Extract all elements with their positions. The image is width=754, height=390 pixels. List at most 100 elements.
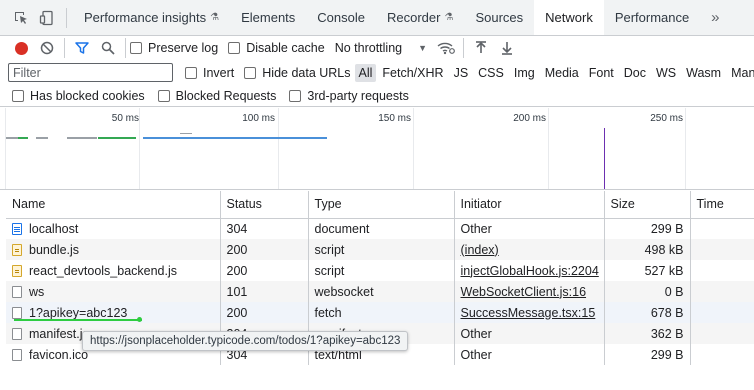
tab-recorder[interactable]: Recorder ⚗ (376, 0, 464, 35)
name-cell[interactable]: react_devtools_backend.js (6, 260, 221, 281)
file-icon (12, 285, 22, 298)
requests-table: Name Status Type Initiator Size Time localhos… (6, 191, 754, 390)
request-name: react_devtools_backend.js (29, 263, 178, 278)
type-cell: document (308, 218, 455, 239)
type-filter-css[interactable]: CSS (474, 64, 508, 82)
type-filter-media[interactable]: Media (541, 64, 583, 82)
table-row[interactable]: localhost 304 document Other 299 B (6, 218, 754, 239)
request-name: favicon.ico (29, 347, 89, 362)
initiator-text: Other (460, 347, 492, 362)
initiator-text: Other (460, 221, 492, 236)
checkbox-box[interactable] (130, 42, 142, 54)
status-cell: 304 (220, 218, 309, 239)
type-filter-fetch-xhr[interactable]: Fetch/XHR (378, 64, 447, 82)
checkbox-box[interactable] (157, 89, 170, 102)
initiator-cell[interactable]: injectGlobalHook.js:2204 (454, 260, 605, 281)
type-filter-ws[interactable]: WS (652, 64, 680, 82)
search-icon[interactable] (95, 36, 121, 60)
script-icon (12, 243, 22, 256)
checkbox-box[interactable] (12, 89, 24, 102)
column-header-initiator[interactable]: Initiator (454, 191, 605, 219)
overview-load-marker (604, 128, 605, 189)
disable-cache-checkbox[interactable]: Disable cache (228, 41, 325, 55)
blocked-requests-checkbox[interactable]: Blocked Requests (157, 89, 276, 103)
overview-tick-label: 250 ms (650, 113, 683, 124)
checkbox-box[interactable] (289, 89, 302, 102)
filter-icon[interactable] (69, 36, 95, 60)
hide-data-urls-checkbox[interactable]: Hide data URLs (244, 65, 351, 80)
initiator-link[interactable]: injectGlobalHook.js:2204 (461, 264, 599, 278)
filter-bar: Invert Hide data URLs AllFetch/XHRJSCSSI… (0, 61, 754, 84)
inspect-element-icon[interactable] (8, 0, 34, 35)
column-header-time[interactable]: Time (690, 191, 754, 219)
tab-performance-insights[interactable]: Performance insights ⚗ (73, 0, 230, 35)
type-filter-doc[interactable]: Doc (620, 64, 650, 82)
tab-network[interactable]: Network (534, 0, 604, 35)
export-har-icon[interactable] (494, 36, 520, 60)
overview-gridline (5, 108, 6, 189)
network-conditions-icon[interactable] (433, 36, 459, 60)
filter-input[interactable] (8, 63, 173, 82)
size-cell: 362 B (604, 323, 691, 344)
has-blocked-cookies-checkbox[interactable]: Has blocked cookies (12, 89, 145, 103)
name-cell[interactable]: ws (6, 281, 221, 302)
tab-label: Performance insights (84, 10, 207, 25)
tab-performance[interactable]: Performance (604, 0, 700, 35)
column-header-status[interactable]: Status (220, 191, 309, 219)
checkbox-box[interactable] (228, 42, 241, 54)
initiator-cell[interactable]: WebSocketClient.js:16 (454, 281, 605, 302)
table-row[interactable]: react_devtools_backend.js 200 script inject… (6, 260, 754, 281)
size-cell: 678 B (604, 302, 691, 323)
experiment-flask-icon: ⚗ (210, 12, 220, 23)
type-filter-manifest[interactable]: Manifest (727, 64, 754, 82)
name-cell[interactable]: localhost (6, 218, 221, 239)
initiator-link[interactable]: (index) (461, 243, 499, 257)
invert-label: Invert (203, 65, 235, 80)
throttling-select[interactable]: No throttling ▼ (335, 41, 427, 55)
checkbox-box[interactable] (244, 66, 257, 79)
type-filter-js[interactable]: JS (450, 64, 473, 82)
type-filter-img[interactable]: Img (510, 64, 539, 82)
initiator-cell: Other (454, 218, 605, 239)
tab-elements[interactable]: Elements (230, 0, 306, 35)
import-har-icon[interactable] (468, 36, 494, 60)
table-row[interactable]: bundle.js 200 script (index) 498 kB (6, 239, 754, 260)
invert-checkbox[interactable]: Invert (185, 66, 234, 80)
initiator-cell[interactable]: SuccessMessage.tsx:15 (454, 302, 605, 323)
overview-request-bar (98, 137, 136, 139)
clear-icon[interactable] (34, 36, 60, 60)
device-toolbar-icon[interactable] (34, 0, 60, 35)
name-cell[interactable]: bundle.js (6, 239, 221, 260)
type-filter-wasm[interactable]: Wasm (682, 64, 725, 82)
has-blocked-cookies-label: Has blocked cookies (30, 88, 145, 103)
column-header-type[interactable]: Type (308, 191, 455, 219)
type-filter-font[interactable]: Font (585, 64, 618, 82)
checkbox-box[interactable] (185, 66, 197, 79)
overview-tick-label: 50 ms (111, 113, 139, 124)
column-header-name[interactable]: Name (6, 191, 221, 219)
type-filter-all[interactable]: All (354, 63, 377, 82)
overview-tick-label: 100 ms (242, 113, 275, 124)
hide-data-urls-label: Hide data URLs (262, 65, 351, 80)
time-cell (690, 323, 754, 344)
request-name: 1?apikey=abc123 (29, 305, 128, 320)
tab-console[interactable]: Console (306, 0, 376, 35)
request-name: bundle.js (29, 242, 80, 257)
overview-request-bar (18, 137, 28, 139)
column-header-size[interactable]: Size (604, 191, 691, 219)
initiator-link[interactable]: WebSocketClient.js:16 (461, 285, 587, 299)
status-cell: 200 (220, 260, 309, 281)
url-tooltip: https://jsonplaceholder.typicode.com/tod… (82, 331, 409, 351)
table-row[interactable]: ws 101 websocket WebSocketClient.js:16 0 B (6, 281, 754, 302)
record-icon[interactable] (8, 36, 34, 60)
third-party-requests-checkbox[interactable]: 3rd-party requests (289, 89, 409, 103)
initiator-cell[interactable]: (index) (454, 239, 605, 260)
preserve-log-label: Preserve log (148, 41, 219, 55)
tab-sources[interactable]: Sources (464, 0, 534, 35)
network-overview[interactable]: 50 ms 100 ms 150 ms 200 ms 250 ms (0, 108, 754, 190)
request-name: ws (29, 284, 45, 299)
more-tabs-icon[interactable]: » (702, 0, 728, 35)
throttling-value: No throttling (334, 41, 403, 55)
initiator-link[interactable]: SuccessMessage.tsx:15 (461, 306, 596, 320)
preserve-log-checkbox[interactable]: Preserve log (130, 41, 218, 55)
